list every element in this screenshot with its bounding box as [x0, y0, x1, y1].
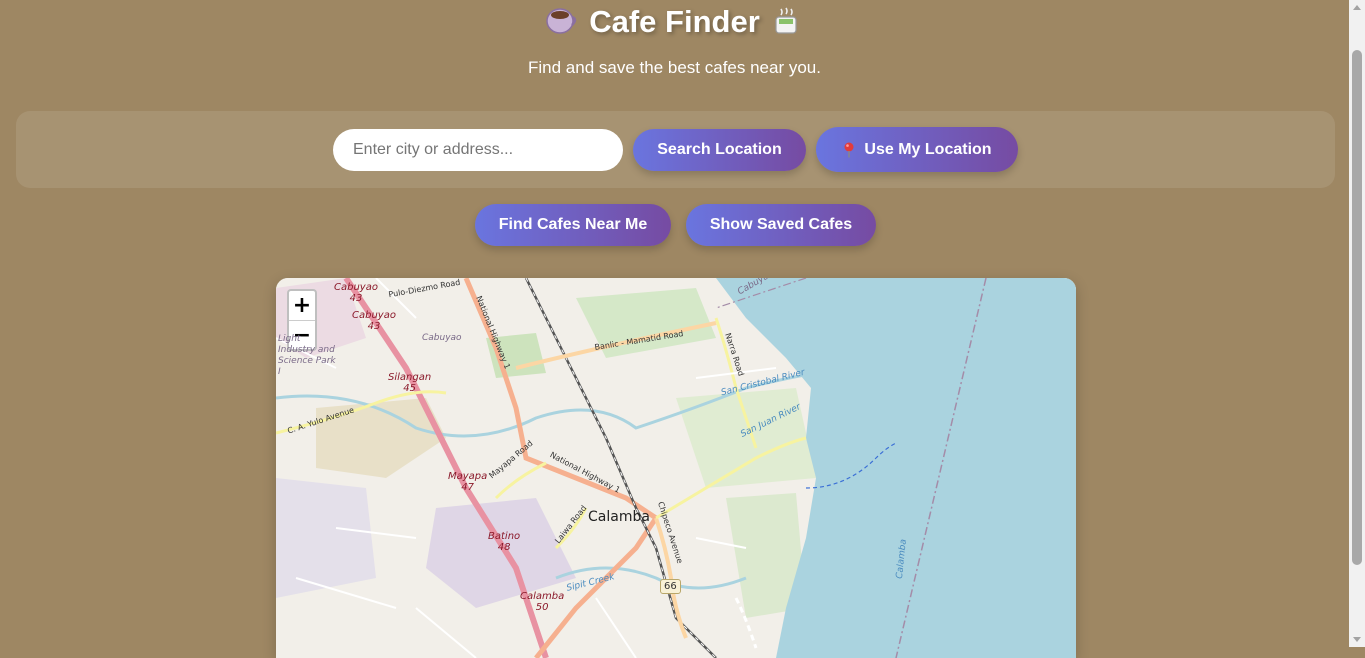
- map-place-number: 48: [497, 542, 511, 553]
- map-place-mayapa: Mayapa 47: [448, 471, 487, 493]
- hot-beverage-icon: [770, 5, 804, 35]
- map-place-calamba: Calamba 50: [520, 591, 564, 613]
- map-admin-light-industry: Light Industry and Science Park I: [278, 334, 336, 377]
- scroll-down-icon[interactable]: [1353, 637, 1361, 642]
- map-place-number: 43: [349, 293, 363, 304]
- map-place-name: Silangan: [388, 372, 432, 383]
- page-scrollbar[interactable]: [1349, 0, 1365, 647]
- show-saved-cafes-button[interactable]: Show Saved Cafes: [686, 204, 876, 246]
- map-place-silangan: Silangan 45: [388, 372, 431, 394]
- map-place-number: 50: [535, 602, 549, 613]
- map-place-batino: Batino 48: [488, 531, 520, 553]
- map-route-shield: 66: [660, 579, 681, 594]
- map-place-name: Calamba: [520, 591, 565, 602]
- page: Cafe Finder Find and save the best cafes…: [0, 0, 1349, 658]
- map-place-name: Cabuyao: [352, 310, 396, 321]
- map-place-number: 43: [367, 321, 381, 332]
- map[interactable]: + − Calamba Cabuyao 43 Cabuyao 43 Silang…: [276, 278, 1076, 658]
- page-title: Cafe Finder: [0, 2, 1349, 42]
- scrollbar-thumb[interactable]: [1352, 50, 1362, 565]
- pin-icon: [842, 142, 856, 158]
- map-place-name: Batino: [488, 531, 521, 542]
- find-cafes-button[interactable]: Find Cafes Near Me: [475, 204, 671, 246]
- search-location-label: Search Location: [657, 141, 782, 158]
- show-saved-cafes-label: Show Saved Cafes: [709, 216, 853, 233]
- zoom-in-button[interactable]: +: [289, 291, 315, 320]
- scroll-up-icon[interactable]: [1353, 5, 1361, 10]
- find-cafes-label: Find Cafes Near Me: [498, 216, 648, 233]
- page-subtitle: Find and save the best cafes near you.: [528, 58, 821, 77]
- map-place-cabuyao: Cabuyao 43: [334, 282, 378, 304]
- search-input[interactable]: [333, 129, 623, 171]
- map-place-cabuyao-2: Cabuyao 43: [352, 310, 396, 332]
- map-place-number: 47: [461, 482, 474, 493]
- use-my-location-button[interactable]: Use My Location: [816, 127, 1018, 172]
- map-place-number: 45: [403, 383, 416, 394]
- title-text: Cafe Finder: [589, 4, 760, 39]
- search-location-button[interactable]: Search Location: [633, 129, 806, 171]
- map-place-name: Mayapa: [448, 471, 488, 482]
- map-place-name: Cabuyao: [334, 282, 378, 293]
- map-admin-cabuyao: Cabuyao: [422, 333, 462, 343]
- coffee-cup-icon: [545, 5, 579, 35]
- map-city-label: Calamba: [588, 509, 650, 525]
- use-my-location-label: Use My Location: [864, 140, 992, 158]
